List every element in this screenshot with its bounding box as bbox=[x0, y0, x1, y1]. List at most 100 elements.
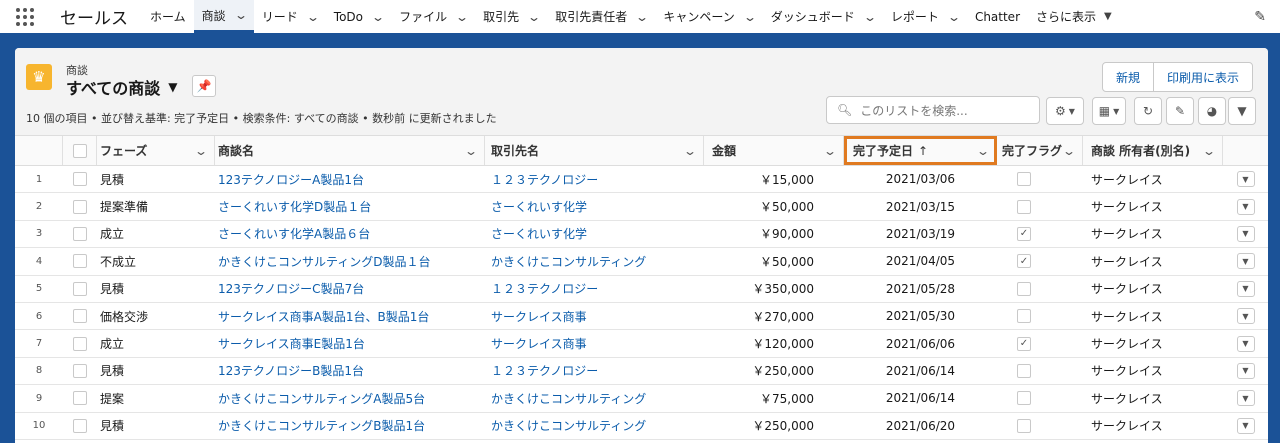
chevron-down-icon[interactable]: ⌄ bbox=[683, 144, 697, 158]
opportunity-link-text[interactable]: サークレイス商事E製品1台 bbox=[218, 335, 365, 352]
account-link-text[interactable]: サークレイス商事 bbox=[491, 308, 587, 325]
app-launcher-icon[interactable] bbox=[0, 0, 50, 33]
nav-item-3[interactable]: ToDo ⌄ bbox=[326, 0, 391, 33]
column-phase[interactable]: フェーズ ⌄ bbox=[97, 136, 215, 165]
opportunity-link-text[interactable]: かきくけこコンサルティングA製品5台 bbox=[218, 390, 425, 407]
column-owner[interactable]: 商談 所有者(別名) ⌄ bbox=[1083, 136, 1223, 165]
opportunity-link[interactable]: かきくけこコンサルティングB製品1台 bbox=[215, 413, 485, 439]
chevron-down-icon[interactable]: ⌄ bbox=[527, 10, 541, 24]
chevron-down-icon[interactable]: ⌄ bbox=[306, 10, 320, 24]
account-link[interactable]: かきくけこコンサルティング bbox=[485, 413, 704, 439]
nav-item-7[interactable]: キャンペーン ⌄ bbox=[655, 0, 762, 33]
row-checkbox[interactable] bbox=[73, 309, 87, 324]
charts-button[interactable]: ◕ bbox=[1198, 97, 1226, 125]
opportunity-link-text[interactable]: 123テクノロジーB製品1台 bbox=[218, 362, 364, 379]
opportunity-link-text[interactable]: かきくけこコンサルティングD製品１台 bbox=[218, 253, 431, 270]
row-checkbox[interactable] bbox=[73, 418, 87, 433]
row-checkbox[interactable] bbox=[73, 199, 87, 214]
row-checkbox[interactable] bbox=[73, 172, 87, 187]
account-link-text[interactable]: さーくれいす化学 bbox=[491, 225, 587, 242]
account-link-text[interactable]: かきくけこコンサルティング bbox=[491, 253, 646, 270]
column-close-date[interactable]: 完了予定日 ↑ ⌄ bbox=[844, 136, 997, 165]
chevron-down-icon[interactable]: ⌄ bbox=[455, 10, 469, 24]
chevron-down-icon[interactable]: ⌄ bbox=[371, 10, 385, 24]
nav-item-9[interactable]: レポート ⌄ bbox=[883, 0, 967, 33]
nav-item-8[interactable]: ダッシュボード ⌄ bbox=[763, 0, 883, 33]
row-select[interactable] bbox=[63, 330, 97, 356]
nav-item-4[interactable]: ファイル ⌄ bbox=[391, 0, 475, 33]
row-select[interactable] bbox=[63, 248, 97, 274]
opportunity-link-text[interactable]: 123テクノロジーA製品1台 bbox=[218, 171, 364, 188]
row-select[interactable] bbox=[63, 358, 97, 384]
chevron-down-icon[interactable]: ⌄ bbox=[743, 10, 757, 24]
account-link-text[interactable]: かきくけこコンサルティング bbox=[491, 390, 646, 407]
column-amount[interactable]: 金額 ⌄ bbox=[704, 136, 844, 165]
row-checkbox[interactable] bbox=[73, 281, 87, 296]
chevron-down-icon[interactable]: ⌄ bbox=[823, 144, 837, 158]
inline-edit-button[interactable]: ✎ bbox=[1166, 97, 1194, 125]
account-link[interactable]: サークレイス商事 bbox=[485, 330, 704, 356]
row-action-dropdown-icon[interactable]: ▼ bbox=[1236, 171, 1255, 188]
opportunity-link[interactable]: 123テクノロジーC製品7台 bbox=[215, 276, 485, 302]
account-link[interactable]: さーくれいす化学 bbox=[485, 193, 704, 219]
opportunity-link[interactable]: かきくけこコンサルティングA製品5台 bbox=[215, 385, 485, 411]
account-link[interactable]: １２３テクノロジー bbox=[485, 358, 704, 384]
row-action-dropdown-icon[interactable]: ▼ bbox=[1236, 335, 1255, 352]
account-link-text[interactable]: サークレイス商事 bbox=[491, 335, 587, 352]
account-link-text[interactable]: さーくれいす化学 bbox=[491, 198, 587, 215]
row-select[interactable] bbox=[63, 385, 97, 411]
row-action-dropdown-icon[interactable]: ▼ bbox=[1236, 198, 1255, 215]
opportunity-link-text[interactable]: かきくけこコンサルティングB製品1台 bbox=[218, 417, 425, 434]
search-input[interactable]: 🔍︎ このリストを検索... bbox=[826, 96, 1040, 124]
account-link[interactable]: さーくれいす化学 bbox=[485, 221, 704, 247]
row-action-dropdown-icon[interactable]: ▼ bbox=[1236, 308, 1255, 325]
column-closed-flag[interactable]: 完了フラグ ⌄ bbox=[997, 136, 1083, 165]
chevron-down-icon[interactable]: ⌄ bbox=[1202, 144, 1216, 158]
opportunity-link[interactable]: 123テクノロジーA製品1台 bbox=[215, 166, 485, 192]
opportunity-link[interactable]: さーくれいす化学A製品６台 bbox=[215, 221, 485, 247]
nav-item-1[interactable]: 商談 ⌄ bbox=[193, 0, 254, 33]
opportunity-link[interactable]: 123テクノロジーB製品1台 bbox=[215, 358, 485, 384]
account-link[interactable]: １２３テクノロジー bbox=[485, 276, 704, 302]
row-select[interactable] bbox=[63, 303, 97, 329]
row-select[interactable] bbox=[63, 166, 97, 192]
row-select[interactable] bbox=[63, 193, 97, 219]
row-checkbox[interactable] bbox=[73, 391, 87, 406]
opportunity-link-text[interactable]: さーくれいす化学D製品１台 bbox=[218, 198, 371, 215]
opportunity-link[interactable]: サークレイス商事E製品1台 bbox=[215, 330, 485, 356]
chevron-down-icon[interactable]: ⌄ bbox=[464, 144, 478, 158]
pin-icon[interactable]: 📌 bbox=[192, 75, 216, 97]
account-link[interactable]: かきくけこコンサルティング bbox=[485, 248, 704, 274]
chevron-down-icon[interactable]: ⌄ bbox=[863, 10, 877, 24]
nav-item-5[interactable]: 取引先 ⌄ bbox=[475, 0, 547, 33]
opportunity-link[interactable]: サークレイス商事A製品1台、B製品1台 bbox=[215, 303, 485, 329]
chevron-down-icon[interactable]: ⌄ bbox=[976, 144, 990, 158]
nav-more[interactable]: さらに表示 ▼ bbox=[1028, 0, 1120, 33]
nav-item-0[interactable]: ホーム bbox=[142, 0, 194, 33]
nav-item-2[interactable]: リード ⌄ bbox=[254, 0, 326, 33]
chevron-down-icon[interactable]: ⌄ bbox=[635, 10, 649, 24]
column-account[interactable]: 取引先名 ⌄ bbox=[485, 136, 704, 165]
edit-nav-icon[interactable]: ✎ bbox=[1254, 9, 1266, 25]
display-as-button[interactable]: ▦ ▼ bbox=[1092, 97, 1126, 125]
nav-item-10[interactable]: Chatter bbox=[967, 0, 1028, 33]
row-action-dropdown-icon[interactable]: ▼ bbox=[1236, 362, 1255, 379]
print-view-button[interactable]: 印刷用に表示 bbox=[1152, 63, 1252, 91]
row-select[interactable] bbox=[63, 413, 97, 439]
account-link[interactable]: １２３テクノロジー bbox=[485, 166, 704, 192]
list-settings-button[interactable]: ⚙ ▼ bbox=[1046, 97, 1084, 125]
filters-button[interactable]: ▼ bbox=[1228, 97, 1256, 125]
chevron-down-icon[interactable]: ⌄ bbox=[194, 144, 208, 158]
account-link-text[interactable]: １２３テクノロジー bbox=[491, 362, 598, 379]
chevron-down-icon[interactable]: ⌄ bbox=[234, 8, 248, 22]
row-checkbox[interactable] bbox=[73, 363, 87, 378]
list-view-selector[interactable]: すべての商談 ▼ bbox=[66, 75, 177, 99]
account-link-text[interactable]: １２３テクノロジー bbox=[491, 171, 598, 188]
account-link-text[interactable]: かきくけこコンサルティング bbox=[491, 417, 646, 434]
opportunity-link[interactable]: さーくれいす化学D製品１台 bbox=[215, 193, 485, 219]
opportunity-link-text[interactable]: さーくれいす化学A製品６台 bbox=[218, 225, 370, 242]
new-button[interactable]: 新規 bbox=[1103, 63, 1153, 91]
chevron-down-icon[interactable]: ⌄ bbox=[947, 10, 961, 24]
nav-item-6[interactable]: 取引先責任者 ⌄ bbox=[547, 0, 655, 33]
row-select[interactable] bbox=[63, 276, 97, 302]
